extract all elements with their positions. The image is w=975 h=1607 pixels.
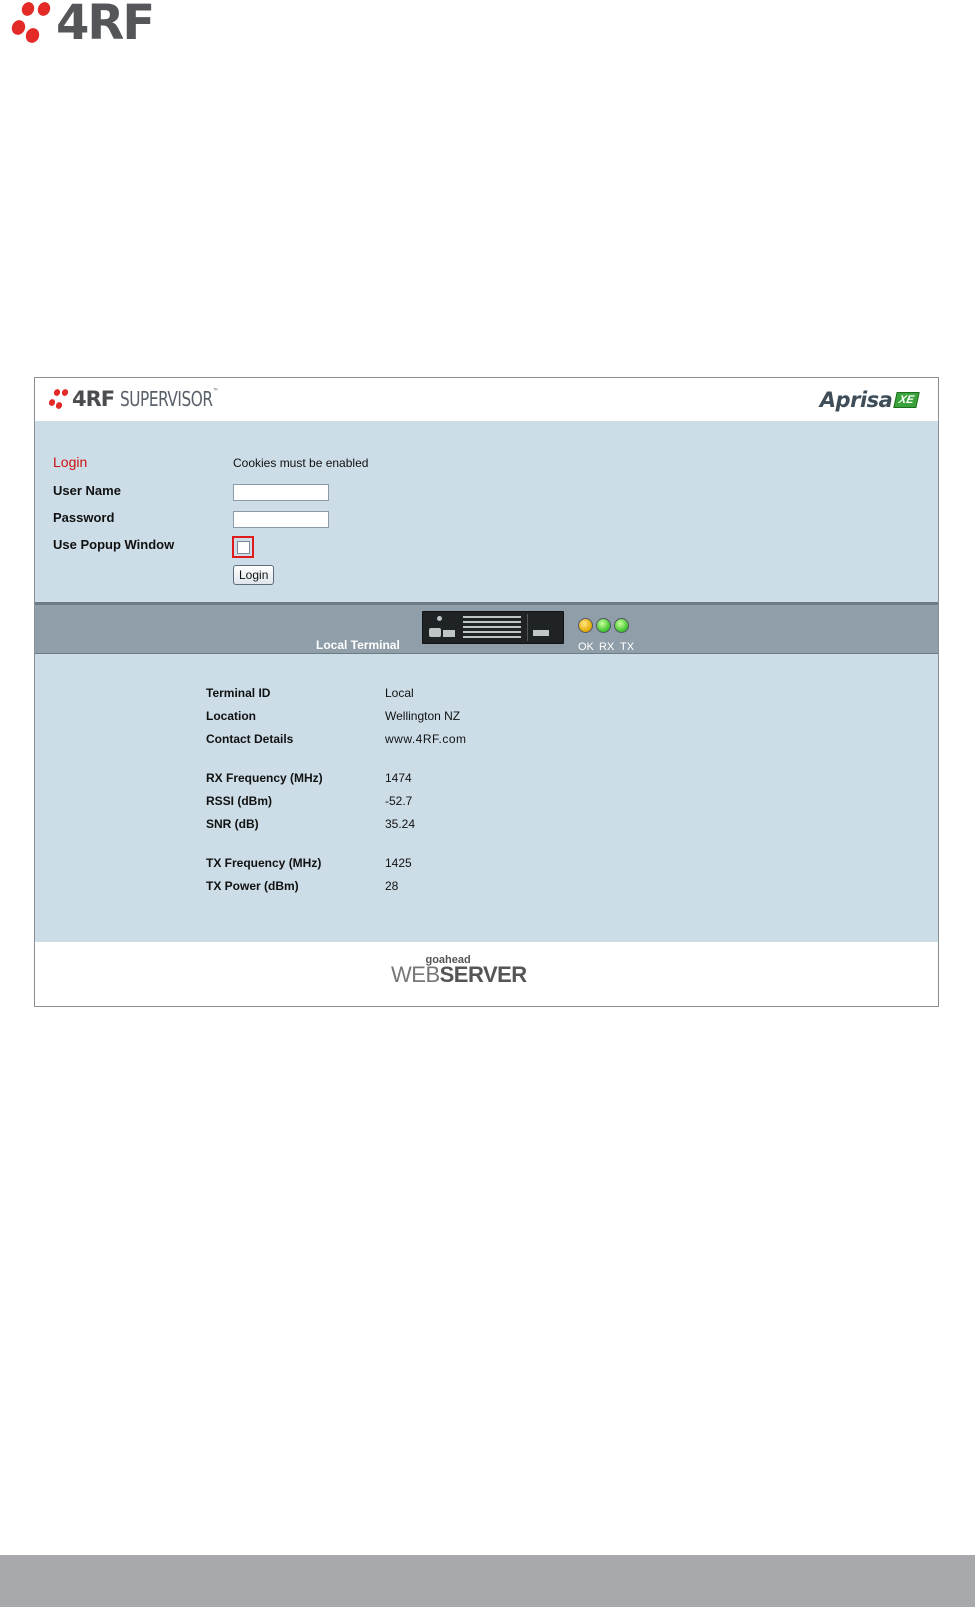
login-panel: Login Cookies must be enabled User Name …	[35, 421, 938, 602]
rx-led-icon	[596, 618, 611, 633]
snr-label: SNR (dB)	[206, 817, 259, 831]
logo-mark-icon	[47, 388, 70, 410]
contact-details-value: www.4RF.com	[385, 732, 467, 746]
terminal-id-value: Local	[385, 686, 414, 700]
terminal-info-panel: Terminal ID Local Location Wellington NZ…	[35, 654, 938, 942]
popup-checkbox-highlight	[232, 536, 254, 558]
rx-frequency-value: 1474	[385, 771, 412, 785]
radio-device-icon	[422, 611, 564, 644]
cookie-note: Cookies must be enabled	[233, 456, 369, 470]
username-input[interactable]	[233, 484, 329, 501]
tx-led-icon	[614, 618, 629, 633]
password-label: Password	[53, 510, 115, 525]
goahead-webserver-logo: goahead WEBSERVER	[391, 954, 527, 987]
webserver-footer: goahead WEBSERVER	[35, 942, 938, 1006]
status-leds	[578, 618, 629, 633]
login-heading: Login	[53, 454, 88, 470]
brand-text: 4RF	[72, 387, 115, 411]
rssi-label: RSSI (dBm)	[206, 794, 272, 808]
supervisor-logo: 4RF SUPERVISOR™	[47, 386, 236, 412]
location-value: Wellington NZ	[385, 709, 461, 723]
snr-value: 35.24	[385, 817, 416, 831]
product-name: SUPERVISOR™	[120, 387, 219, 411]
tx-power-label: TX Power (dBm)	[206, 879, 299, 893]
tx-label: TX	[620, 641, 635, 653]
rx-label: RX	[599, 641, 615, 653]
tx-power-value: 28	[385, 879, 399, 893]
contact-details-label: Contact Details	[206, 732, 294, 746]
terminal-title: Local Terminal	[316, 638, 400, 652]
supervisor-login-window: 4RF SUPERVISOR™ Aprisa XE Login Cookies …	[34, 377, 939, 1007]
rssi-value: -52.7	[385, 794, 413, 808]
led-labels: OK RX TX	[578, 641, 641, 653]
logo-text: 4RF	[56, 0, 155, 51]
ok-label: OK	[578, 641, 594, 653]
terminal-status-bar: Local Terminal OK RX TX	[35, 602, 938, 654]
login-button[interactable]: Login	[233, 565, 275, 585]
popup-window-checkbox[interactable]	[236, 540, 250, 554]
rx-frequency-label: RX Frequency (MHz)	[206, 771, 323, 785]
aprisa-logo: Aprisa XE	[819, 388, 920, 412]
xe-badge: XE	[893, 392, 920, 408]
tx-frequency-value: 1425	[385, 856, 412, 870]
password-input[interactable]	[233, 511, 329, 528]
company-logo: 4RF	[9, 0, 155, 51]
username-label: User Name	[53, 483, 121, 498]
location-label: Location	[206, 709, 256, 723]
logo-mark-icon	[9, 0, 54, 46]
aprisa-text: Aprisa	[819, 388, 893, 412]
terminal-id-label: Terminal ID	[206, 686, 271, 700]
page-footer-bar	[0, 1555, 975, 1607]
tx-frequency-label: TX Frequency (MHz)	[206, 856, 322, 870]
app-header: 4RF SUPERVISOR™ Aprisa XE	[35, 378, 938, 422]
server-text: SERVER	[439, 962, 528, 987]
ok-led-icon	[578, 618, 593, 633]
web-text: WEB	[391, 962, 440, 987]
popup-window-label: Use Popup Window	[53, 537, 175, 552]
